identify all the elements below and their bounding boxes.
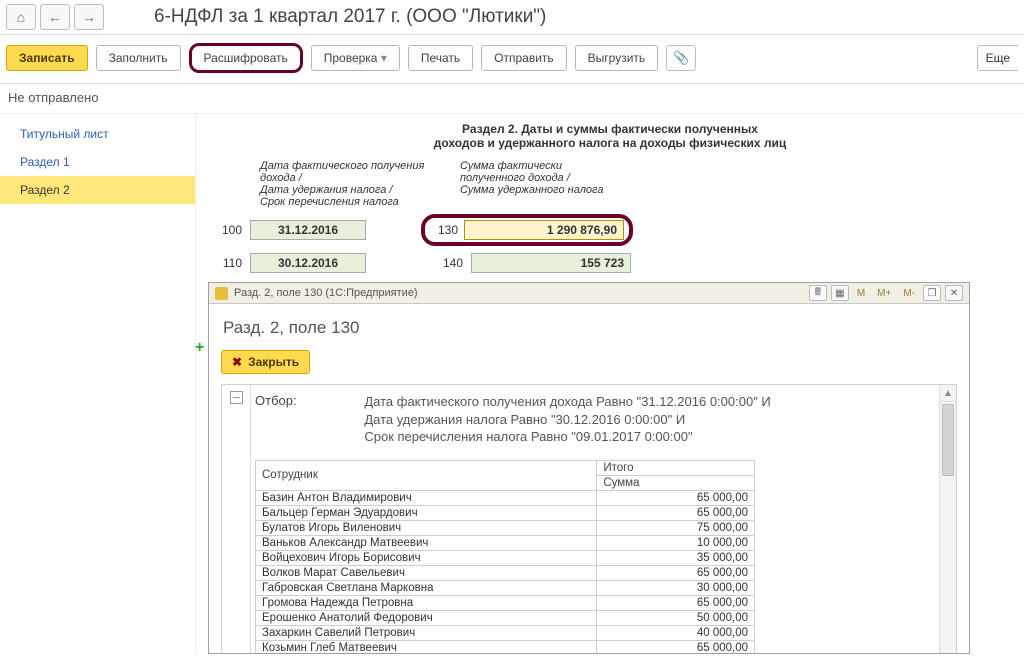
attach-icon[interactable]: 📎: [666, 45, 696, 71]
sidebar-item-sec2[interactable]: Раздел 2: [0, 176, 195, 204]
cell-sum: 65 000,00: [597, 505, 755, 520]
highlight-130: 130 1 290 876,90: [421, 214, 633, 246]
more-button[interactable]: Еще: [977, 45, 1018, 71]
detail-window: Разд. 2, поле 130 (1С:Предприятие) 🖩 ▦ M…: [208, 282, 970, 654]
page-title: 6-НДФЛ за 1 квартал 2017 г. (ООО "Лютики…: [154, 6, 546, 28]
fill-button[interactable]: Заполнить: [96, 45, 181, 71]
scroll-up-icon[interactable]: ▲: [940, 385, 956, 402]
code-110: 110: [208, 256, 250, 270]
table-row[interactable]: Громова Надежда Петровна65 000,00: [256, 595, 755, 610]
col-head-sums: Сумма фактически полученного дохода / Су…: [460, 160, 620, 208]
field-110[interactable]: 30.12.2016: [250, 253, 366, 273]
table-row[interactable]: Ваньков Александр Матвеевич10 000,00: [256, 535, 755, 550]
code-140: 140: [426, 256, 471, 270]
tool-calendar-icon[interactable]: ▦: [831, 285, 849, 301]
cell-employee: Ерошенко Анатолий Федорович: [256, 610, 597, 625]
mem-mm[interactable]: M-: [899, 288, 919, 299]
back-icon[interactable]: ←: [40, 4, 70, 30]
cell-employee: Волков Марат Савельевич: [256, 565, 597, 580]
subwin-title: Разд. 2, поле 130 (1С:Предприятие): [234, 287, 418, 299]
cell-employee: Громова Надежда Петровна: [256, 595, 597, 610]
outline-gutter[interactable]: [222, 385, 251, 653]
table-row[interactable]: Базин Антон Владимирович65 000,00: [256, 490, 755, 505]
cell-employee: Бальцер Герман Эдуардович: [256, 505, 597, 520]
cell-employee: Габровская Светлана Марковна: [256, 580, 597, 595]
th-employee: Сотрудник: [256, 460, 597, 490]
subwin-heading: Разд. 2, поле 130: [223, 318, 957, 338]
table-row[interactable]: Войцехович Игорь Борисович35 000,00: [256, 550, 755, 565]
sidebar-item-title[interactable]: Титульный лист: [0, 120, 195, 148]
cell-employee: Козьмин Глеб Матвеевич: [256, 640, 597, 653]
tool-calc-icon[interactable]: 🖩: [809, 285, 827, 301]
cell-employee: Захаркин Савелий Петрович: [256, 625, 597, 640]
table-row[interactable]: Ерошенко Анатолий Федорович50 000,00: [256, 610, 755, 625]
cell-sum: 65 000,00: [597, 595, 755, 610]
cell-sum: 65 000,00: [597, 490, 755, 505]
table-row[interactable]: Захаркин Савелий Петрович40 000,00: [256, 625, 755, 640]
cell-employee: Войцехович Игорь Борисович: [256, 550, 597, 565]
table-row[interactable]: Бальцер Герман Эдуардович65 000,00: [256, 505, 755, 520]
field-100[interactable]: 31.12.2016: [250, 220, 366, 240]
cell-sum: 50 000,00: [597, 610, 755, 625]
code-100: 100: [208, 223, 250, 237]
table-row[interactable]: Габровская Светлана Марковна30 000,00: [256, 580, 755, 595]
table-row[interactable]: Козьмин Глеб Матвеевич65 000,00: [256, 640, 755, 653]
cell-sum: 65 000,00: [597, 640, 755, 653]
close-icon: ✖: [232, 355, 242, 369]
app-icon: [215, 287, 228, 300]
add-row-icon[interactable]: +: [195, 339, 207, 351]
table-row[interactable]: Булатов Игорь Виленович75 000,00: [256, 520, 755, 535]
send-status: Не отправлено: [0, 84, 1024, 114]
cell-sum: 75 000,00: [597, 520, 755, 535]
vertical-scrollbar[interactable]: ▲ ▼: [939, 385, 956, 653]
cell-sum: 40 000,00: [597, 625, 755, 640]
collapse-icon[interactable]: [230, 391, 243, 404]
write-button[interactable]: Записать: [6, 45, 88, 71]
cell-employee: Ваньков Александр Матвеевич: [256, 535, 597, 550]
cell-sum: 65 000,00: [597, 565, 755, 580]
send-button[interactable]: Отправить: [481, 45, 567, 71]
code-130: 130: [430, 223, 464, 237]
cell-employee: Базин Антон Владимирович: [256, 490, 597, 505]
mem-mp[interactable]: M+: [873, 288, 895, 299]
close-detail-button[interactable]: ✖ Закрыть: [221, 350, 310, 374]
home-icon[interactable]: ⌂: [6, 4, 36, 30]
decode-button[interactable]: Расшифровать: [189, 43, 303, 73]
field-140[interactable]: 155 723: [471, 253, 631, 273]
detail-table: Сотрудник Итого Сумма Базин Антон Владим…: [255, 460, 755, 653]
sidebar-item-sec1[interactable]: Раздел 1: [0, 148, 195, 176]
filter-label: Отбор:: [255, 393, 361, 408]
window-close-icon[interactable]: ✕: [945, 285, 963, 301]
table-row[interactable]: Волков Марат Савельевич65 000,00: [256, 565, 755, 580]
forward-icon[interactable]: →: [74, 4, 104, 30]
window-restore-icon[interactable]: ❐: [923, 285, 941, 301]
cell-sum: 30 000,00: [597, 580, 755, 595]
col-head-dates: Дата фактического получения дохода / Дат…: [260, 160, 450, 208]
field-130[interactable]: 1 290 876,90: [464, 220, 624, 240]
sidebar: Титульный лист Раздел 1 Раздел 2: [0, 114, 196, 654]
check-button[interactable]: Проверка: [311, 45, 400, 71]
cell-sum: 10 000,00: [597, 535, 755, 550]
mem-m[interactable]: M: [853, 288, 869, 299]
scroll-thumb[interactable]: [942, 404, 954, 476]
th-sum: Сумма: [597, 475, 755, 490]
filter-text: Дата фактического получения дохода Равно…: [364, 393, 884, 446]
section-title: Раздел 2. Даты и суммы фактически получе…: [208, 122, 1012, 150]
cell-sum: 35 000,00: [597, 550, 755, 565]
export-button[interactable]: Выгрузить: [575, 45, 659, 71]
th-total: Итого: [597, 460, 755, 475]
print-button[interactable]: Печать: [408, 45, 473, 71]
cell-employee: Булатов Игорь Виленович: [256, 520, 597, 535]
